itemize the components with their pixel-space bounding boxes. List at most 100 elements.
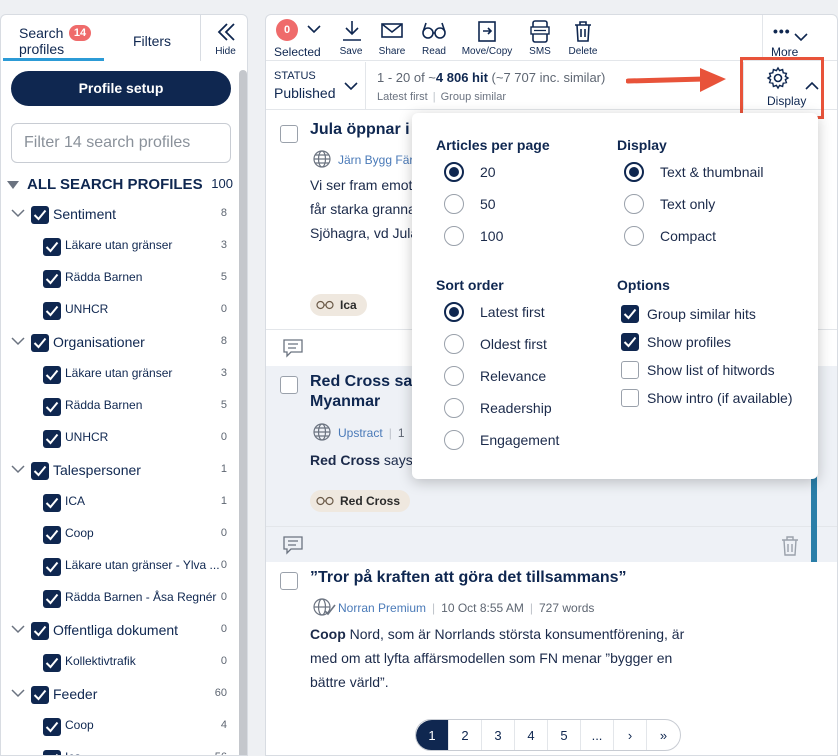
- all-search-profiles-row[interactable]: ALL SEARCH PROFILES 100: [7, 176, 233, 194]
- profile-group-row[interactable]: Offentliga dokument 0: [1, 619, 233, 643]
- profile-row[interactable]: ICA 1: [1, 491, 233, 515]
- share-button[interactable]: Share: [376, 19, 408, 59]
- profile-row[interactable]: Rädda Barnen 5: [1, 267, 233, 291]
- profile-checkbox[interactable]: [43, 718, 61, 736]
- profile-checkbox[interactable]: [43, 398, 61, 416]
- profile-checkbox[interactable]: [43, 590, 61, 608]
- profile-row[interactable]: Coop 4: [1, 715, 233, 739]
- chevron-down-icon[interactable]: [306, 23, 322, 35]
- left-scrollbar[interactable]: [239, 70, 247, 755]
- profile-checkbox[interactable]: [43, 238, 61, 256]
- page-button[interactable]: 3: [482, 720, 515, 750]
- sort-option[interactable]: Oldest first: [444, 334, 614, 356]
- move-copy-button[interactable]: Move/Copy: [459, 19, 515, 59]
- status-select[interactable]: STATUS Published: [266, 62, 366, 110]
- profile-checkbox[interactable]: [43, 654, 61, 672]
- chevron-down-icon[interactable]: [11, 208, 25, 218]
- profile-group-row[interactable]: Talespersoner 1: [1, 459, 233, 483]
- sms-button[interactable]: SMS: [526, 19, 554, 59]
- profile-checkbox[interactable]: [43, 558, 61, 576]
- article-checkbox[interactable]: [280, 125, 298, 143]
- sort-option[interactable]: Relevance: [444, 366, 614, 388]
- radio-button[interactable]: [444, 366, 464, 386]
- radio-button[interactable]: [444, 194, 464, 214]
- save-button[interactable]: Save: [336, 19, 366, 59]
- display-option[interactable]: Compact: [624, 226, 794, 248]
- last-page-button[interactable]: »: [647, 720, 680, 750]
- read-button[interactable]: Read: [418, 19, 450, 59]
- radio-button[interactable]: [444, 226, 464, 246]
- chevron-down-icon[interactable]: [11, 688, 25, 698]
- article-title[interactable]: Jula öppnar i K: [310, 120, 426, 140]
- profile-setup-button[interactable]: Profile setup: [11, 71, 231, 106]
- delete-button[interactable]: Delete: [566, 19, 600, 59]
- radio-button[interactable]: [624, 162, 644, 182]
- profile-row[interactable]: Kollektivtrafik 0: [1, 651, 233, 675]
- article-checkbox[interactable]: [280, 572, 298, 590]
- option-checkbox[interactable]: [621, 361, 639, 379]
- profile-row[interactable]: Läkare utan gränser - Ylva ... 0: [1, 555, 233, 579]
- radio-button[interactable]: [444, 430, 464, 450]
- tab-filters[interactable]: Filters: [104, 15, 200, 61]
- filter-profiles-input[interactable]: [11, 123, 231, 163]
- page-button[interactable]: 2: [449, 720, 482, 750]
- profile-checkbox[interactable]: [43, 750, 61, 755]
- sort-option[interactable]: Latest first: [444, 302, 614, 324]
- profile-checkbox[interactable]: [43, 494, 61, 512]
- chevron-down-icon[interactable]: [11, 624, 25, 634]
- group-checkbox[interactable]: [31, 462, 49, 480]
- group-checkbox[interactable]: [31, 334, 49, 352]
- article-checkbox[interactable]: [280, 376, 298, 394]
- chevron-down-icon[interactable]: [11, 464, 25, 474]
- radio-button[interactable]: [444, 162, 464, 182]
- page-button[interactable]: 1: [416, 720, 449, 750]
- profile-tag[interactable]: Red Cross: [310, 490, 411, 512]
- profile-row[interactable]: Läkare utan gränser 3: [1, 235, 233, 259]
- profile-checkbox[interactable]: [43, 526, 61, 544]
- sort-option[interactable]: Readership: [444, 398, 614, 420]
- profile-row[interactable]: UNHCR 0: [1, 299, 233, 323]
- sort-option[interactable]: Engagement: [444, 430, 614, 452]
- display-option[interactable]: Text & thumbnail: [624, 162, 794, 184]
- chevron-down-icon[interactable]: [11, 336, 25, 346]
- per-page-option[interactable]: 100: [444, 226, 614, 248]
- profile-checkbox[interactable]: [43, 270, 61, 288]
- trash-icon[interactable]: [780, 535, 800, 557]
- radio-button[interactable]: [444, 398, 464, 418]
- profile-row[interactable]: Ica 56: [1, 747, 233, 755]
- profile-group-row[interactable]: Organisationer 8: [1, 331, 233, 355]
- option-checkbox-row[interactable]: Group similar hits: [621, 304, 811, 326]
- profile-row[interactable]: Rädda Barnen 5: [1, 395, 233, 419]
- group-checkbox[interactable]: [31, 206, 49, 224]
- hide-panel-button[interactable]: Hide: [200, 15, 247, 61]
- per-page-option[interactable]: 20: [444, 162, 614, 184]
- article-title[interactable]: ”Tror på kraften att göra det tillsamman…: [310, 568, 627, 588]
- comment-icon[interactable]: [282, 338, 304, 358]
- article-source[interactable]: Järn Bygg Fär: [338, 153, 413, 167]
- selected-count[interactable]: 0: [276, 19, 298, 41]
- option-checkbox[interactable]: [621, 333, 639, 351]
- page-button[interactable]: 4: [515, 720, 548, 750]
- group-checkbox[interactable]: [31, 622, 49, 640]
- group-checkbox[interactable]: [31, 686, 49, 704]
- profile-row[interactable]: Läkare utan gränser 3: [1, 363, 233, 387]
- comment-icon[interactable]: [282, 535, 304, 555]
- article-source[interactable]: Upstract: [338, 426, 383, 440]
- more-button[interactable]: ••• More: [762, 15, 837, 61]
- article-title[interactable]: Red Cross say Myanmar: [310, 372, 421, 412]
- profile-tag[interactable]: Ica: [310, 294, 367, 316]
- next-page-button[interactable]: ›: [614, 720, 647, 750]
- profile-group-row[interactable]: Feeder 60: [1, 683, 233, 707]
- option-checkbox[interactable]: [621, 389, 639, 407]
- profile-group-row[interactable]: Sentiment 8: [1, 203, 233, 227]
- radio-button[interactable]: [624, 226, 644, 246]
- profile-checkbox[interactable]: [43, 430, 61, 448]
- article-item[interactable]: ”Tror på kraften att göra det tillsamman…: [266, 562, 837, 712]
- radio-button[interactable]: [444, 302, 464, 322]
- page-button[interactable]: ...: [581, 720, 614, 750]
- radio-button[interactable]: [624, 194, 644, 214]
- profile-checkbox[interactable]: [43, 366, 61, 384]
- page-button[interactable]: 5: [548, 720, 581, 750]
- profile-checkbox[interactable]: [43, 302, 61, 320]
- profile-row[interactable]: Coop 0: [1, 523, 233, 547]
